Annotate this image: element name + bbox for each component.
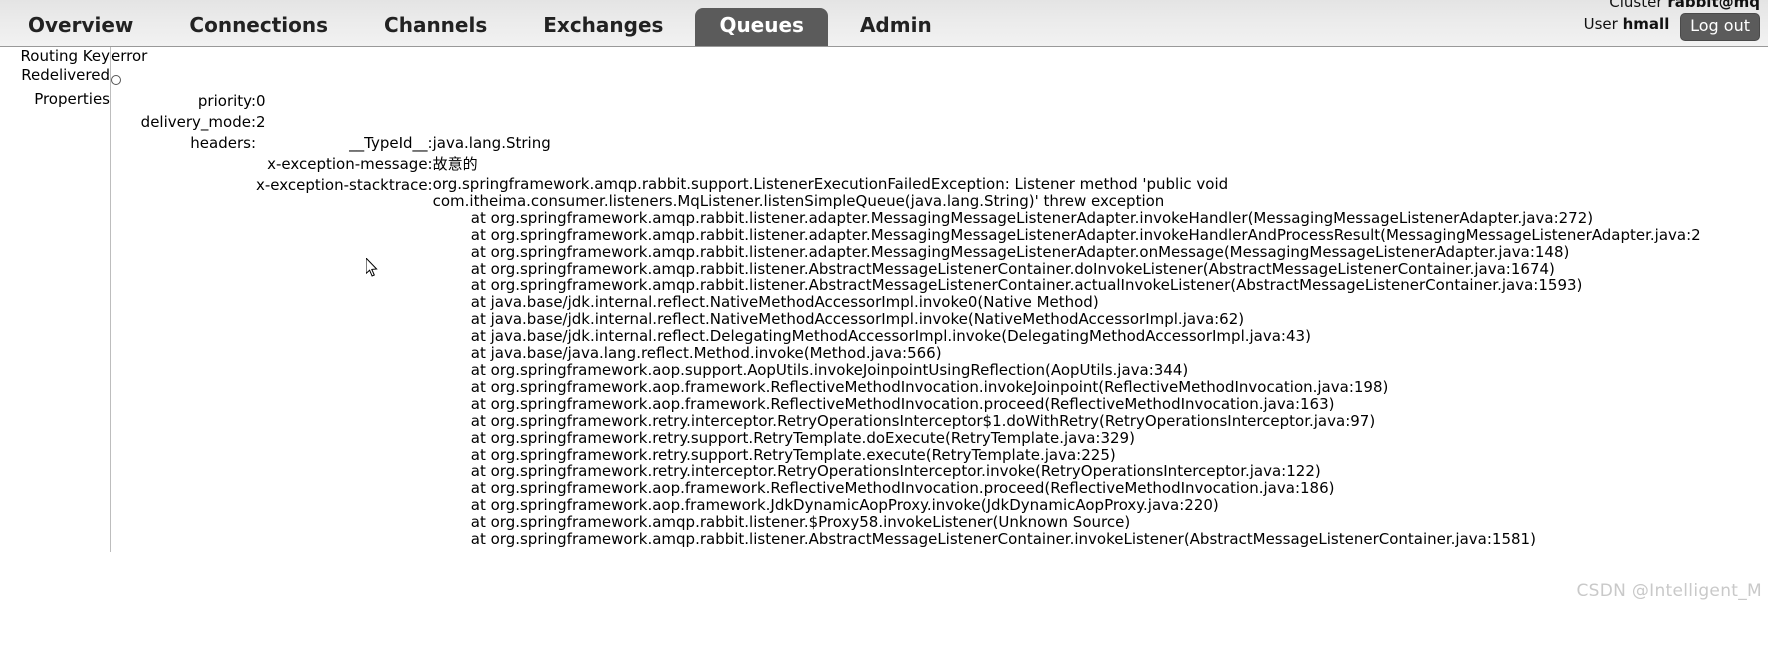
header-row-exception-stacktrace: x-exception-stacktrace: org.springframew… — [256, 176, 1701, 550]
stacktrace-line: at org.springframework.retry.interceptor… — [432, 462, 1321, 481]
property-key-priority: priority: — [197, 92, 256, 110]
stacktrace-line: at org.springframework.aop.framework.Ref… — [432, 479, 1335, 498]
tab-exchanges[interactable]: Exchanges — [519, 8, 687, 46]
stacktrace-line: at org.springframework.amqp.rabbit.liste… — [432, 208, 1594, 227]
table-row-properties: Properties priority: 0 delivery_mode: 2 … — [0, 90, 1768, 552]
header-row-exception-message: x-exception-message: 故意的 — [256, 155, 1701, 176]
redelivered-value — [111, 66, 1768, 90]
tab-queues[interactable]: Queues — [695, 8, 828, 46]
user-name: hmall — [1622, 15, 1670, 33]
property-value-delivery-mode: 2 — [256, 113, 266, 131]
redelivered-label: Redelivered — [0, 66, 111, 90]
cluster-row: Cluster rabbit@mq — [1584, 0, 1760, 13]
stacktrace-line: com.itheima.consumer.listeners.MqListene… — [432, 191, 1165, 210]
message-details-table: Routing Key error Redelivered Properties… — [0, 47, 1768, 552]
stacktrace-line: at java.base/jdk.internal.reflect.Native… — [432, 310, 1245, 329]
table-row-routing-key: Routing Key error — [0, 47, 1768, 66]
redelivered-false-icon — [111, 75, 121, 85]
stacktrace-line: at org.springframework.aop.framework.Jdk… — [432, 496, 1219, 515]
stacktrace-line: at org.springframework.amqp.rabbit.liste… — [432, 259, 1555, 278]
property-row-priority: priority: 0 — [111, 92, 1701, 113]
header-value-exception-stacktrace: org.springframework.amqp.rabbit.support.… — [433, 176, 1701, 550]
header-value-exception-message: 故意的 — [432, 155, 478, 173]
stacktrace-line: at org.springframework.aop.framework.Ref… — [432, 394, 1335, 413]
header-key-exception-message: x-exception-message: — [267, 155, 433, 173]
stacktrace-line: at org.springframework.retry.interceptor… — [432, 411, 1376, 430]
log-out-button[interactable]: Log out — [1680, 13, 1760, 41]
properties-label: Properties — [0, 90, 111, 552]
tab-connections[interactable]: Connections — [165, 8, 352, 46]
user-label: User — [1583, 15, 1618, 33]
tab-admin[interactable]: Admin — [836, 8, 956, 46]
stacktrace-line: at org.springframework.retry.support.Ret… — [432, 428, 1135, 447]
stacktrace-line: at org.springframework.amqp.rabbit.liste… — [432, 513, 1131, 532]
watermark: CSDN @Intelligent_M — [1576, 581, 1762, 601]
header-key-exception-stacktrace: x-exception-stacktrace: — [256, 176, 433, 194]
property-row-delivery-mode: delivery_mode: 2 — [111, 113, 1701, 134]
stacktrace-line: at org.springframework.aop.support.AopUt… — [432, 360, 1189, 379]
stacktrace-line: at org.springframework.amqp.rabbit.liste… — [432, 225, 1701, 244]
table-row-redelivered: Redelivered — [0, 66, 1768, 90]
tab-overview[interactable]: Overview — [4, 8, 157, 46]
properties-value: priority: 0 delivery_mode: 2 headers: __… — [111, 90, 1768, 552]
header-key-typeid: __TypeId__: — [349, 134, 433, 152]
main-nav-tabs: Overview Connections Channels Exchanges … — [0, 0, 960, 46]
property-key-delivery-mode: delivery_mode: — [140, 113, 256, 131]
stacktrace-line: at org.springframework.amqp.rabbit.liste… — [432, 242, 1570, 261]
stacktrace-line: at java.base/jdk.internal.reflect.Native… — [432, 293, 1099, 312]
stacktrace-line: at org.springframework.amqp.rabbit.liste… — [432, 276, 1583, 295]
stacktrace-line: at org.springframework.aop.framework.Ref… — [432, 377, 1389, 396]
user-row: User hmall Log out — [1584, 13, 1760, 41]
exception-stacktrace-text: org.springframework.amqp.rabbit.support.… — [433, 176, 1701, 548]
header-row-typeid: __TypeId__: java.lang.String — [256, 134, 1701, 155]
stacktrace-line: org.springframework.amqp.rabbit.support.… — [432, 175, 1229, 193]
routing-key-value: error — [111, 47, 148, 65]
cluster-name: rabbit@mq — [1667, 0, 1760, 11]
top-navigation-bar: Overview Connections Channels Exchanges … — [0, 0, 1768, 47]
property-key-headers: headers: — [190, 134, 256, 152]
routing-key-label: Routing Key — [0, 47, 111, 66]
stacktrace-line: at java.base/java.lang.reflect.Method.in… — [432, 344, 942, 363]
headers-table: __TypeId__: java.lang.String x-exception… — [256, 134, 1701, 550]
message-details-panel: Routing Key error Redelivered Properties… — [0, 47, 1768, 665]
cluster-label: Cluster — [1609, 0, 1663, 11]
stacktrace-line: at java.base/jdk.internal.reflect.Delega… — [432, 327, 1311, 346]
stacktrace-line: at org.springframework.retry.support.Ret… — [432, 445, 1116, 464]
header-value-typeid: java.lang.String — [432, 134, 551, 152]
properties-table: priority: 0 delivery_mode: 2 headers: __… — [111, 92, 1701, 552]
tab-channels[interactable]: Channels — [360, 8, 511, 46]
user-info-block: Cluster rabbit@mq User hmall Log out — [1584, 0, 1760, 41]
property-row-headers: headers: __TypeId__: java.lang.String x-… — [111, 134, 1701, 552]
property-value-priority: 0 — [256, 92, 266, 110]
stacktrace-line: at org.springframework.amqp.rabbit.liste… — [432, 530, 1536, 549]
property-value-headers: __TypeId__: java.lang.String x-exception… — [256, 134, 1701, 552]
